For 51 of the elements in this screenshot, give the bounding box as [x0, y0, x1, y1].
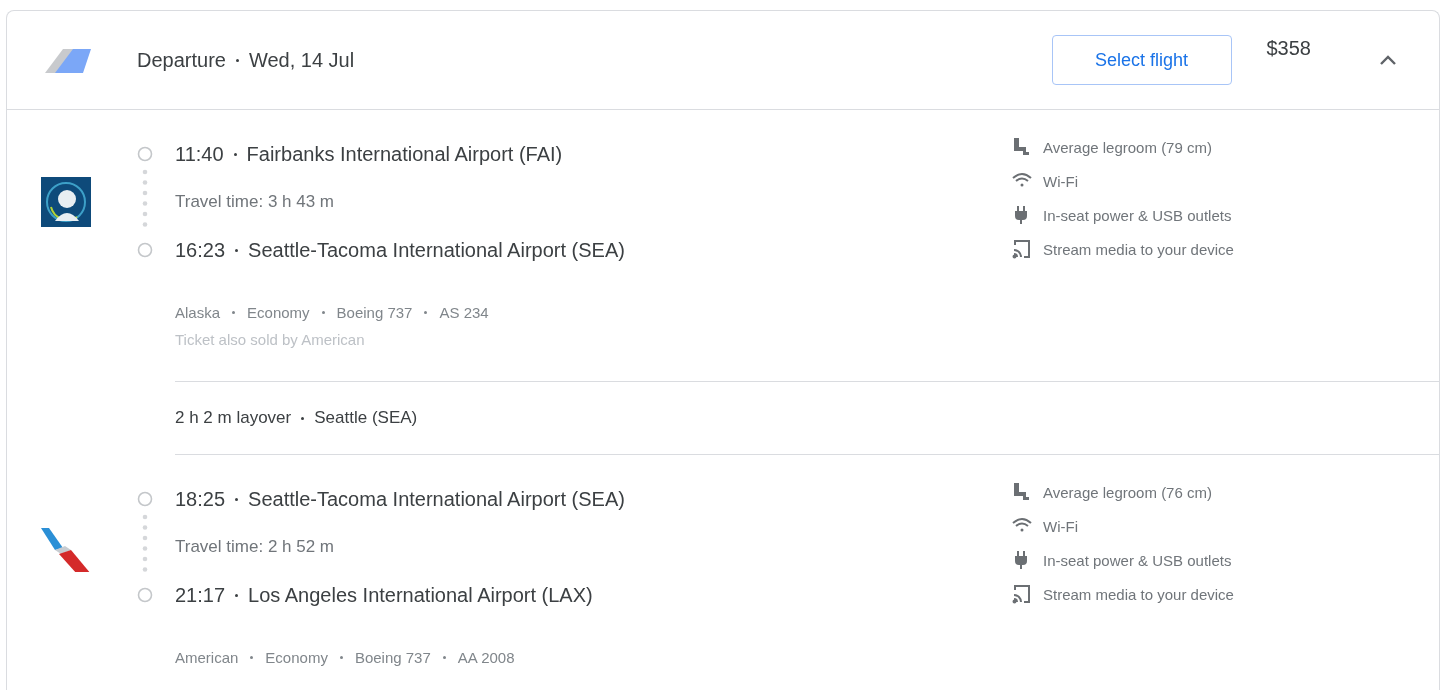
cast-icon	[1012, 584, 1032, 604]
separator-dot	[339, 655, 343, 659]
chevron-icon[interactable]	[1379, 54, 1397, 66]
flight-detail: Economy	[265, 648, 328, 666]
flight-detail: Boeing 737	[354, 648, 431, 666]
separator-dot	[301, 416, 305, 420]
separator-dot	[233, 152, 237, 156]
amenity-text: Stream media to your device	[1043, 240, 1234, 258]
amenity-text: Average legroom (76 cm)	[1043, 483, 1212, 501]
ticket-note: Ticket also sold by American	[175, 330, 366, 350]
flight-detail: Alaska	[175, 303, 221, 321]
separator-dot	[250, 655, 254, 659]
separator-dot	[235, 58, 239, 62]
separator-dot	[235, 248, 239, 252]
separator-dot	[235, 497, 239, 501]
travel-time: Travel time: 3 h 43 m	[175, 192, 335, 212]
flight-detail: Economy	[247, 303, 310, 321]
select-flight-button[interactable]: Select flight	[1051, 35, 1232, 85]
seat-icon	[1012, 137, 1032, 157]
amenity-text: Wi-Fi	[1043, 517, 1078, 535]
amenity-text: In-seat power & USB outlets	[1043, 551, 1232, 569]
amenity-text: Wi-Fi	[1043, 172, 1078, 190]
circle-emblem-icon	[41, 177, 91, 227]
time-text: 11:40	[175, 142, 224, 166]
separator-dot	[442, 655, 446, 659]
section-title: Departure	[137, 48, 226, 72]
layover-duration: 2 h 2 m layover	[175, 408, 292, 428]
amenity-text: In-seat power & USB outlets	[1043, 206, 1232, 224]
separator-dot	[232, 310, 236, 314]
cast-icon	[1012, 239, 1032, 259]
price-text: $358	[1266, 37, 1311, 60]
amenity-text: Average legroom (79 cm)	[1043, 138, 1212, 156]
amenity-text: Stream media to your device	[1043, 585, 1234, 603]
separator-dot	[321, 310, 325, 314]
airport-name: Los Angeles International Airport (LAX)	[248, 583, 593, 607]
airport-name: Seattle-Tacoma International Airport (SEA)	[248, 487, 625, 511]
time-text: 16:23	[175, 238, 226, 262]
time-text: 21:17	[175, 583, 226, 607]
flight-detail: American	[175, 648, 239, 666]
time-text: 18:25	[175, 487, 226, 511]
flight-detail: AS 234	[439, 303, 489, 321]
separator-dot	[424, 310, 428, 314]
seat-icon	[1012, 482, 1032, 502]
flight-detail: AA 2008	[457, 648, 515, 666]
separator-dot	[235, 593, 239, 597]
layover-place: Seattle (SEA)	[314, 408, 418, 428]
airport-name: Seattle-Tacoma International Airport (SEA)	[248, 238, 625, 262]
travel-time: Travel time: 2 h 52 m	[175, 537, 335, 557]
airport-name: Fairbanks International Airport (FAI)	[246, 142, 563, 166]
departure-date: Wed, 14 Jul	[248, 48, 355, 72]
flight-detail: Boeing 737	[336, 303, 413, 321]
